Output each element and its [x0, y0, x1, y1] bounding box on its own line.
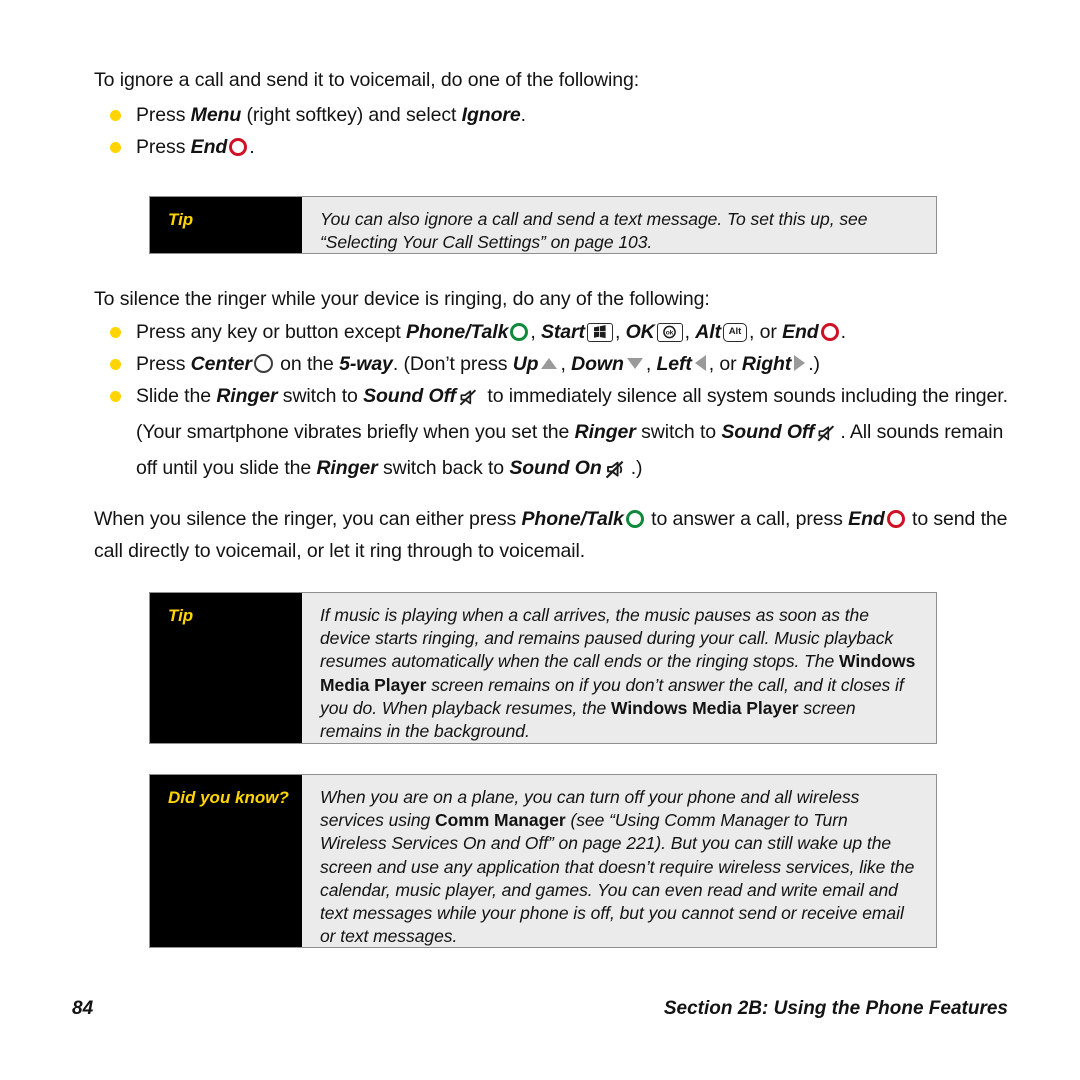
- did-you-know-callout: Did you know? When you are on a plane, y…: [149, 774, 937, 948]
- alt-key-icon: Alt: [722, 323, 747, 342]
- end-key-ring-icon: [229, 138, 248, 156]
- alt-key-label: Alt: [728, 326, 742, 337]
- alt-label: Alt: [695, 321, 721, 343]
- list-item: Press End.: [94, 131, 994, 163]
- did-you-know-label: Did you know?: [150, 775, 302, 947]
- sound-off-label: Sound Off: [721, 421, 815, 443]
- ringer-label: Ringer: [216, 385, 278, 407]
- ignore-call-intro: To ignore a call and send it to voicemai…: [94, 69, 640, 91]
- list-item: Press Menu (right softkey) and select Ig…: [94, 99, 994, 131]
- bullet-dot-icon: [110, 110, 121, 121]
- bullet-dot-icon: [110, 359, 121, 370]
- phone-talk-label: Phone/Talk: [521, 508, 624, 530]
- nav-right-icon: [794, 355, 806, 371]
- center-key-ring-icon: [253, 354, 273, 373]
- tip-body-text-1: If music is playing when a call arrives,…: [320, 605, 894, 672]
- nav-left-icon: [694, 355, 706, 371]
- phone-talk-ring-icon: [625, 510, 644, 528]
- tip-callout-music: Tip If music is playing when a call arri…: [149, 592, 937, 744]
- tip-body: You can also ignore a call and send a te…: [302, 197, 936, 253]
- center-label: Center: [190, 353, 252, 375]
- end-label: End: [848, 508, 885, 530]
- ok-label: OK: [625, 321, 655, 343]
- start-label: Start: [541, 321, 585, 343]
- svg-text:ok: ok: [665, 330, 673, 337]
- tip-label: Tip: [150, 197, 302, 253]
- sound-on-icon: [605, 458, 628, 490]
- phone-talk-ring-icon: [510, 323, 529, 341]
- manual-page: To ignore a call and send it to voicemai…: [0, 0, 1080, 1080]
- ok-key-icon: ok: [656, 323, 683, 342]
- sound-on-label: Sound On: [509, 457, 602, 479]
- list-item-text: Press End.: [136, 136, 255, 158]
- page-number: 84: [72, 998, 94, 1019]
- ignore-call-bullet-list: Press Menu (right softkey) and select Ig…: [94, 99, 994, 163]
- ringer-label: Ringer: [574, 421, 636, 443]
- end-key-ring-icon: [820, 323, 839, 341]
- list-item: Slide the Ringer switch to Sound Off to …: [94, 380, 1024, 490]
- list-item: Press any key or button except Phone/Tal…: [94, 316, 1024, 348]
- end-key-ring-icon: [886, 510, 905, 528]
- end-label: End: [782, 321, 819, 343]
- sound-off-label: Sound Off: [363, 385, 457, 407]
- list-item-text: Press Menu (right softkey) and select Ig…: [136, 104, 526, 126]
- five-way-label: 5-way: [339, 353, 393, 375]
- tip-label: Tip: [150, 593, 302, 743]
- up-label: Up: [512, 353, 539, 375]
- silence-ringer-closing: When you silence the ringer, you can eit…: [94, 508, 1008, 562]
- silence-ringer-bullet-list: Press any key or button except Phone/Tal…: [94, 316, 1024, 490]
- ignore-label: Ignore: [461, 104, 521, 126]
- comm-manager-label: Comm Manager: [435, 810, 566, 831]
- left-label: Left: [656, 353, 692, 375]
- phone-talk-label: Phone/Talk: [406, 321, 509, 343]
- down-label: Down: [571, 353, 624, 375]
- bullet-dot-icon: [110, 327, 121, 338]
- list-item-text: Press any key or button except Phone/Tal…: [136, 321, 846, 343]
- menu-label: Menu: [190, 104, 242, 126]
- bullet-dot-icon: [110, 142, 121, 153]
- tip-callout-ignore: Tip You can also ignore a call and send …: [149, 196, 937, 254]
- start-key-icon: [586, 323, 613, 342]
- list-item-text: Press Center on the 5-way. (Don’t press …: [136, 353, 820, 375]
- list-item-text: Slide the Ringer switch to Sound Off to …: [136, 385, 1008, 479]
- nav-down-icon: [626, 358, 643, 369]
- bullet-dot-icon: [110, 391, 121, 402]
- page-footer: 84 Section 2B: Using the Phone Features: [72, 998, 1008, 1028]
- right-label: Right: [741, 353, 792, 375]
- tip-body: If music is playing when a call arrives,…: [302, 593, 936, 743]
- did-you-know-body: When you are on a plane, you can turn of…: [302, 775, 936, 947]
- body-text-2: (see “Using Comm Manager to Turn Wireles…: [320, 810, 915, 947]
- sound-off-icon: [817, 420, 837, 452]
- silence-ringer-intro: To silence the ringer while your device …: [94, 288, 710, 310]
- list-item: Press Center on the 5-way. (Don’t press …: [94, 348, 1024, 380]
- end-label: End: [190, 136, 228, 158]
- windows-media-player-label: Windows Media Player: [611, 697, 799, 718]
- ringer-label: Ringer: [316, 457, 378, 479]
- footer-section-title: Section 2B: Using the Phone Features: [663, 998, 1008, 1019]
- nav-up-icon: [541, 358, 558, 369]
- sound-off-icon: [459, 384, 479, 416]
